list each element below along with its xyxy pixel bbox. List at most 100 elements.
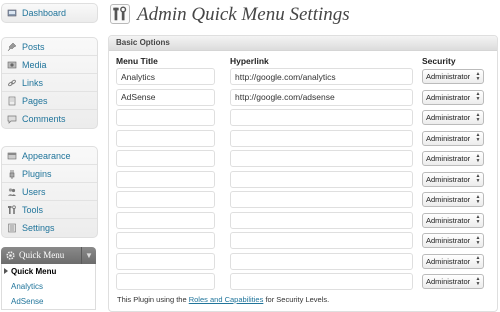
- sidebar-item-media[interactable]: Media: [2, 56, 97, 74]
- select-arrows-icon: ▲ ▼: [475, 132, 481, 143]
- column-header-menu-title: Menu Title: [116, 56, 158, 66]
- hyperlink-input[interactable]: [230, 88, 413, 106]
- security-select-value: Administrator: [426, 72, 471, 81]
- sidebar-item-pages[interactable]: Pages: [2, 92, 97, 110]
- menu-row: Administrator ▲▼: [109, 88, 497, 107]
- security-select[interactable]: Administrator ▲ ▼: [422, 212, 484, 228]
- menu-group-dashboard: Dashboard: [1, 3, 98, 23]
- sidebar-item-label: Users: [22, 187, 46, 197]
- tools-icon: [7, 205, 17, 215]
- sidebar-item-appearance[interactable]: Appearance: [2, 147, 97, 165]
- submenu-item-quick-menu[interactable]: Quick Menu: [2, 264, 95, 279]
- security-select[interactable]: Administrator ▲ ▼: [422, 192, 484, 207]
- menu-title-input[interactable]: [116, 170, 215, 188]
- select-arrows-icon: ▲ ▼: [475, 234, 481, 246]
- security-footnote: This Plugin using the Roles and Capabili…: [117, 295, 329, 304]
- security-select-value: Administrator: [426, 256, 471, 266]
- sidebar-item-plugins[interactable]: Plugins: [2, 165, 97, 183]
- media-icon: [7, 60, 17, 70]
- menu-title-input[interactable]: [116, 109, 215, 126]
- security-select-value: Administrator: [426, 195, 471, 204]
- menu-title-input[interactable]: [116, 211, 215, 229]
- menu-title-input[interactable]: [116, 252, 215, 270]
- menu-row: Administrator ▲▼: [109, 273, 497, 291]
- sidebar-item-label: Plugins: [22, 169, 52, 179]
- users-icon: [7, 187, 17, 197]
- hyperlink-input[interactable]: [230, 252, 413, 270]
- select-arrows-icon: ▲ ▼: [475, 193, 481, 205]
- hyperlink-input[interactable]: [230, 109, 413, 126]
- column-header-security: Security: [422, 56, 456, 66]
- select-arrows-icon: ▲ ▼: [475, 111, 481, 123]
- security-select[interactable]: Administrator ▲ ▼: [422, 110, 484, 125]
- hyperlink-input[interactable]: [230, 273, 413, 290]
- sidebar-item-settings[interactable]: Settings: [2, 219, 97, 237]
- security-select-value: Administrator: [426, 113, 471, 122]
- security-select[interactable]: Administrator ▲ ▼: [422, 233, 484, 248]
- settings-icon: [7, 223, 17, 233]
- footnote-text-before: This Plugin using the: [117, 295, 189, 304]
- sidebar-item-label: Links: [22, 78, 44, 88]
- hyperlink-input[interactable]: [230, 129, 413, 147]
- security-select-value: Administrator: [426, 154, 471, 163]
- dashboard-icon: [7, 8, 17, 18]
- sidebar-item-tools[interactable]: Tools: [2, 201, 97, 219]
- security-select[interactable]: Administrator ▲ ▼: [422, 130, 484, 146]
- hyperlink-input[interactable]: [230, 191, 413, 208]
- sidebar-item-links[interactable]: Links: [2, 74, 97, 92]
- sidebar-item-label: Media: [22, 60, 47, 70]
- admin-sidebar: Dashboard Posts Media Links Pages Commen…: [0, 0, 98, 312]
- menu-row: Administrator ▲▼: [109, 170, 497, 189]
- hyperlink-input[interactable]: [230, 150, 413, 167]
- sidebar-item-dashboard[interactable]: Dashboard: [2, 4, 97, 22]
- menu-title-input[interactable]: [116, 273, 215, 290]
- security-select[interactable]: Administrator ▲ ▼: [422, 253, 484, 269]
- sidebar-item-posts[interactable]: Posts: [2, 38, 97, 56]
- quick-menu-submenu: Quick Menu Analytics AdSense: [1, 264, 96, 310]
- hyperlink-input[interactable]: [230, 232, 413, 249]
- security-select[interactable]: Administrator ▲ ▼: [422, 171, 484, 187]
- menu-title-input[interactable]: [116, 68, 215, 85]
- menu-row: Administrator ▲▼: [109, 150, 497, 168]
- menu-title-input[interactable]: [116, 232, 215, 249]
- menu-group-admin: Appearance Plugins Users Tools Settings: [1, 146, 98, 238]
- select-arrows-icon: ▲ ▼: [475, 214, 481, 225]
- quick-menu-header[interactable]: Quick Menu ▼: [1, 247, 96, 264]
- menu-title-input[interactable]: [116, 129, 215, 147]
- roles-capabilities-link[interactable]: Roles and Capabilities: [189, 295, 264, 304]
- quick-menu-section: Quick Menu ▼ Quick Menu Analytics AdSens…: [1, 247, 96, 310]
- menu-title-input[interactable]: [116, 88, 215, 106]
- submenu-item-analytics[interactable]: Analytics: [2, 279, 95, 294]
- sidebar-item-users[interactable]: Users: [2, 183, 97, 201]
- submenu-item-adsense[interactable]: AdSense: [2, 294, 95, 309]
- menu-title-input[interactable]: [116, 191, 215, 208]
- footnote-text-after: for Security Levels.: [263, 295, 330, 304]
- hyperlink-input[interactable]: [230, 170, 413, 188]
- panel-title: Basic Options: [109, 36, 497, 51]
- security-select-value: Administrator: [426, 277, 471, 286]
- basic-options-panel: Basic Options Menu Title Hyperlink Secur…: [108, 35, 498, 312]
- sidebar-item-comments[interactable]: Comments: [2, 110, 97, 128]
- sidebar-item-label: Appearance: [22, 151, 71, 161]
- column-header-hyperlink: Hyperlink: [230, 56, 269, 66]
- select-arrows-icon: ▲ ▼: [475, 173, 481, 184]
- menu-title-input[interactable]: [116, 150, 215, 167]
- collapse-toggle[interactable]: ▼: [81, 247, 96, 264]
- sidebar-item-label: Pages: [22, 96, 48, 106]
- security-select[interactable]: Administrator ▲ ▼: [422, 89, 484, 105]
- security-select-value: Administrator: [426, 215, 471, 225]
- menu-row: Administrator ▲▼: [109, 129, 497, 148]
- page-title: Admin Quick Menu Settings: [137, 4, 350, 25]
- security-select-value: Administrator: [426, 236, 471, 245]
- security-select[interactable]: Administrator ▲ ▼: [422, 151, 484, 166]
- hyperlink-input[interactable]: [230, 68, 413, 85]
- sidebar-item-label: Posts: [22, 42, 45, 52]
- hyperlink-input[interactable]: [230, 211, 413, 229]
- menu-row: Administrator ▲▼: [109, 211, 497, 230]
- security-select[interactable]: Administrator ▲ ▼: [422, 274, 484, 289]
- select-arrows-icon: ▲ ▼: [475, 91, 481, 102]
- security-select-value: Administrator: [426, 92, 471, 102]
- security-select-value: Administrator: [426, 174, 471, 184]
- security-select[interactable]: Administrator ▲ ▼: [422, 69, 484, 84]
- menu-row: Administrator ▲▼: [109, 68, 497, 86]
